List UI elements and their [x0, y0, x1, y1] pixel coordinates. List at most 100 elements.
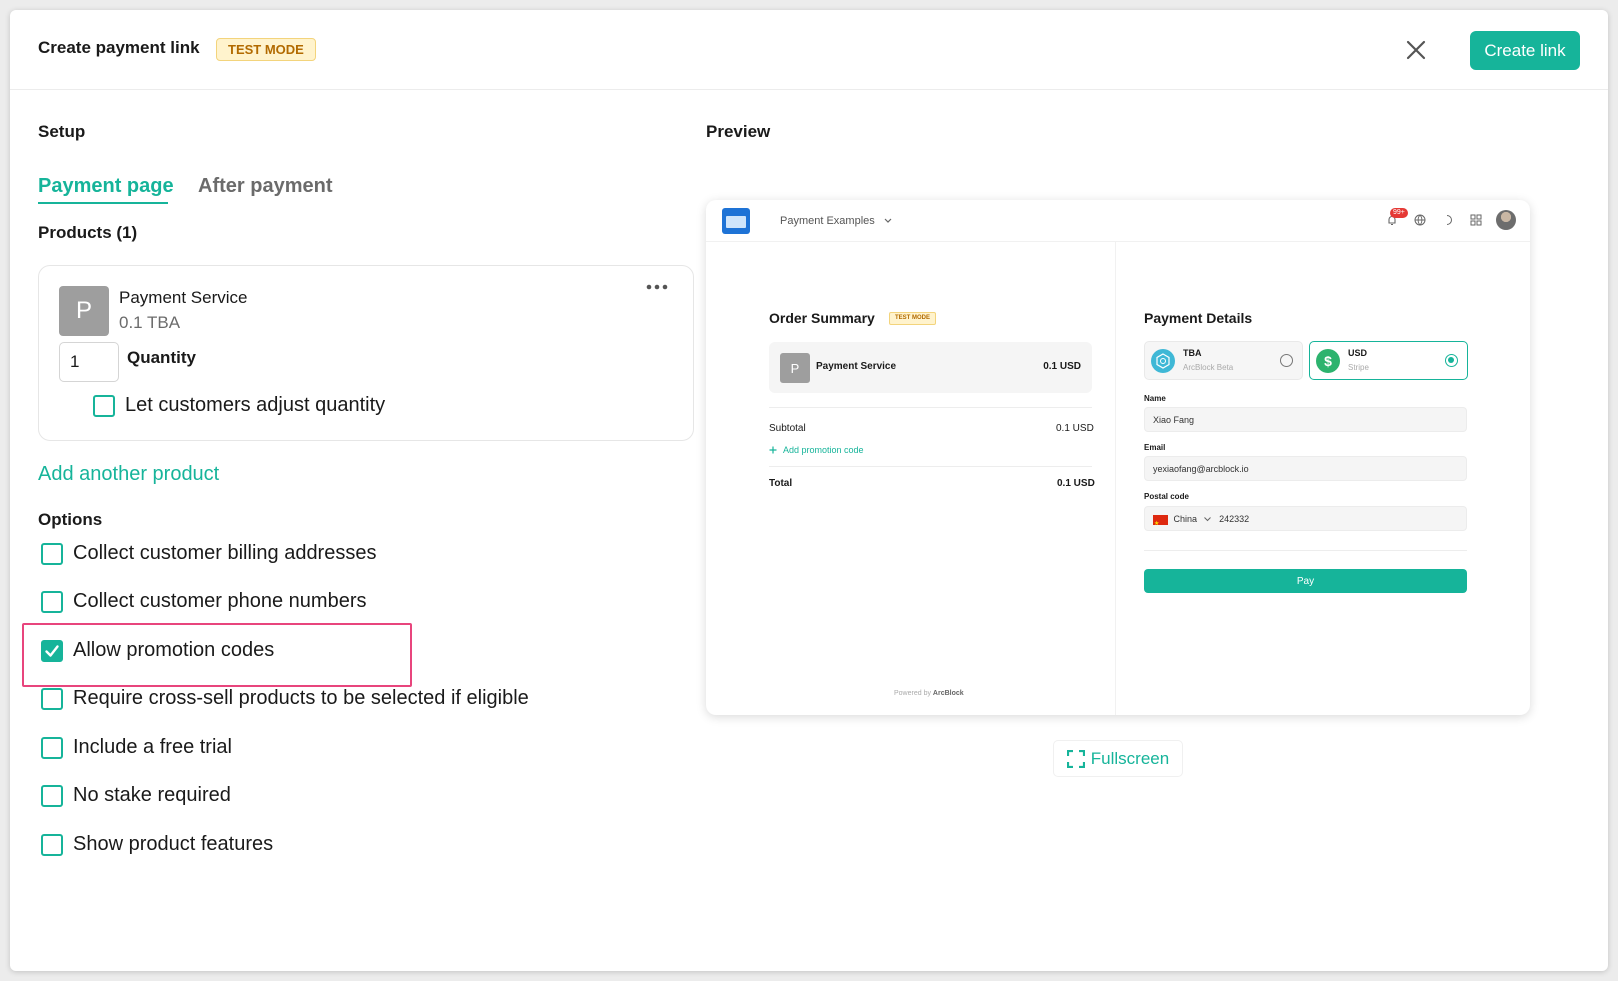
phone-numbers-checkbox[interactable] — [41, 590, 63, 613]
test-mode-badge: TEST MODE — [216, 38, 316, 61]
product-name: Payment Service — [119, 288, 248, 307]
chevron-down-icon — [884, 218, 892, 223]
option-billing-addresses[interactable]: Collect customer billing addresses — [41, 542, 376, 565]
products-title: Products (1) — [38, 223, 138, 242]
subtotal-label: Subtotal — [769, 423, 806, 434]
close-button[interactable] — [1398, 32, 1434, 68]
method-sub: Stripe — [1348, 363, 1369, 372]
method-name: TBA — [1183, 348, 1202, 358]
option-no-stake[interactable]: No stake required — [41, 784, 231, 807]
adjust-quantity-label: Let customers adjust quantity — [125, 394, 386, 416]
quantity-input[interactable]: 1 — [59, 342, 119, 382]
china-flag-icon — [1153, 512, 1168, 536]
tab-payment-page[interactable]: Payment page — [38, 175, 174, 198]
add-another-product-link[interactable]: Add another product — [38, 463, 219, 486]
order-divider — [769, 407, 1092, 408]
option-label: Allow promotion codes — [73, 639, 275, 661]
postal-code-value: 242332 — [1219, 514, 1250, 524]
more-horizontal-icon — [646, 284, 668, 290]
billing-addresses-checkbox[interactable] — [41, 542, 63, 565]
setup-title: Setup — [38, 122, 86, 141]
checkmark-icon — [45, 644, 59, 657]
option-phone-numbers[interactable]: Collect customer phone numbers — [41, 590, 366, 613]
options-title: Options — [38, 510, 103, 529]
notification-bell-icon[interactable]: 99+ — [1384, 208, 1408, 228]
active-tab-indicator — [38, 202, 168, 204]
payment-method-tba[interactable]: TBA ArcBlock Beta — [1144, 341, 1303, 380]
user-avatar[interactable] — [1496, 210, 1516, 230]
country-select[interactable]: China — [1174, 514, 1198, 524]
total-label: Total — [769, 478, 793, 489]
name-field[interactable]: Xiao Fang — [1144, 407, 1467, 432]
pay-divider — [1144, 550, 1467, 551]
dialog-title: Create payment link — [38, 38, 200, 57]
add-promotion-code-link[interactable]: Add promotion code — [769, 445, 864, 455]
order-item-avatar: P — [780, 353, 810, 383]
order-item-price: 0.1 USD — [1043, 361, 1081, 372]
dark-mode-icon[interactable] — [1440, 212, 1456, 228]
option-free-trial[interactable]: Include a free trial — [41, 736, 232, 759]
option-cross-sell[interactable]: Require cross-sell products to be select… — [41, 687, 529, 710]
email-label: Email — [1144, 443, 1166, 452]
notification-count: 99+ — [1390, 208, 1408, 218]
plus-icon — [769, 446, 777, 454]
create-link-button[interactable]: Create link — [1470, 31, 1580, 70]
total-value: 0.1 USD — [1057, 478, 1095, 489]
option-promotion-codes[interactable]: Allow promotion codes — [41, 639, 274, 662]
apps-grid-icon[interactable] — [1468, 212, 1484, 228]
email-field[interactable]: yexiaofang@arcblock.io — [1144, 456, 1467, 481]
nav-title-text: Payment Examples — [780, 215, 875, 227]
postal-code-field[interactable]: China 242332 — [1144, 506, 1467, 536]
product-avatar: P — [59, 286, 109, 336]
preview-nav-title[interactable]: Payment Examples — [780, 215, 892, 227]
name-label: Name — [1144, 394, 1166, 403]
payment-details-title: Payment Details — [1144, 310, 1253, 326]
preview-navbar: Payment Examples 99+ — [706, 200, 1530, 242]
product-price: 0.1 TBA — [119, 313, 181, 332]
product-card: P Payment Service 0.1 TBA 1 Quantity Let… — [38, 265, 694, 441]
dollar-icon: $ — [1316, 349, 1340, 373]
preview-nav-icons: 99+ — [1384, 208, 1516, 230]
adjust-quantity-option[interactable]: Let customers adjust quantity — [93, 394, 385, 417]
preview-column-divider — [1115, 242, 1116, 715]
option-label: Collect customer billing addresses — [73, 542, 377, 564]
fullscreen-button[interactable]: Fullscreen — [1053, 740, 1183, 777]
dialog-header: Create payment link TEST MODE Create lin… — [10, 10, 1608, 90]
option-label: Collect customer phone numbers — [73, 590, 367, 612]
promotion-codes-checkbox[interactable] — [41, 639, 63, 662]
arcblock-token-icon — [1151, 349, 1175, 373]
option-label: Include a free trial — [73, 736, 232, 758]
fullscreen-label: Fullscreen — [1090, 748, 1170, 768]
more-options-button[interactable] — [646, 275, 668, 296]
close-icon — [1406, 40, 1426, 60]
app-logo-icon — [722, 208, 750, 234]
cross-sell-checkbox[interactable] — [41, 687, 63, 710]
method-radio[interactable] — [1445, 354, 1458, 367]
free-trial-checkbox[interactable] — [41, 736, 63, 759]
pay-button[interactable]: Pay — [1144, 569, 1467, 593]
powered-prefix: Powered by — [894, 690, 931, 697]
quantity-label: Quantity — [127, 348, 196, 367]
powered-by: Powered by ArcBlock — [894, 690, 964, 697]
no-stake-checkbox[interactable] — [41, 784, 63, 807]
order-item: P Payment Service 0.1 USD — [769, 342, 1092, 393]
order-item-name: Payment Service — [816, 361, 897, 372]
payment-method-usd[interactable]: $ USD Stripe — [1309, 341, 1468, 380]
checkout-preview: Payment Examples 99+ Order Summary TEST … — [706, 200, 1530, 715]
tab-after-payment[interactable]: After payment — [198, 175, 332, 198]
option-product-features[interactable]: Show product features — [41, 833, 273, 856]
powered-brand: ArcBlock — [932, 690, 964, 697]
product-features-checkbox[interactable] — [41, 833, 63, 856]
adjust-quantity-checkbox[interactable] — [93, 394, 115, 417]
chevron-down-icon — [1203, 517, 1211, 522]
postal-code-label: Postal code — [1144, 492, 1189, 501]
method-name: USD — [1348, 348, 1368, 358]
option-label: No stake required — [73, 784, 231, 806]
preview-title: Preview — [706, 122, 771, 141]
promo-label: Add promotion code — [783, 445, 864, 455]
globe-icon[interactable] — [1412, 212, 1428, 228]
create-payment-link-dialog: Create payment link TEST MODE Create lin… — [10, 10, 1608, 971]
method-sub: ArcBlock Beta — [1183, 363, 1234, 372]
preview-test-mode-badge: TEST MODE — [889, 312, 937, 325]
method-radio[interactable] — [1280, 354, 1293, 367]
